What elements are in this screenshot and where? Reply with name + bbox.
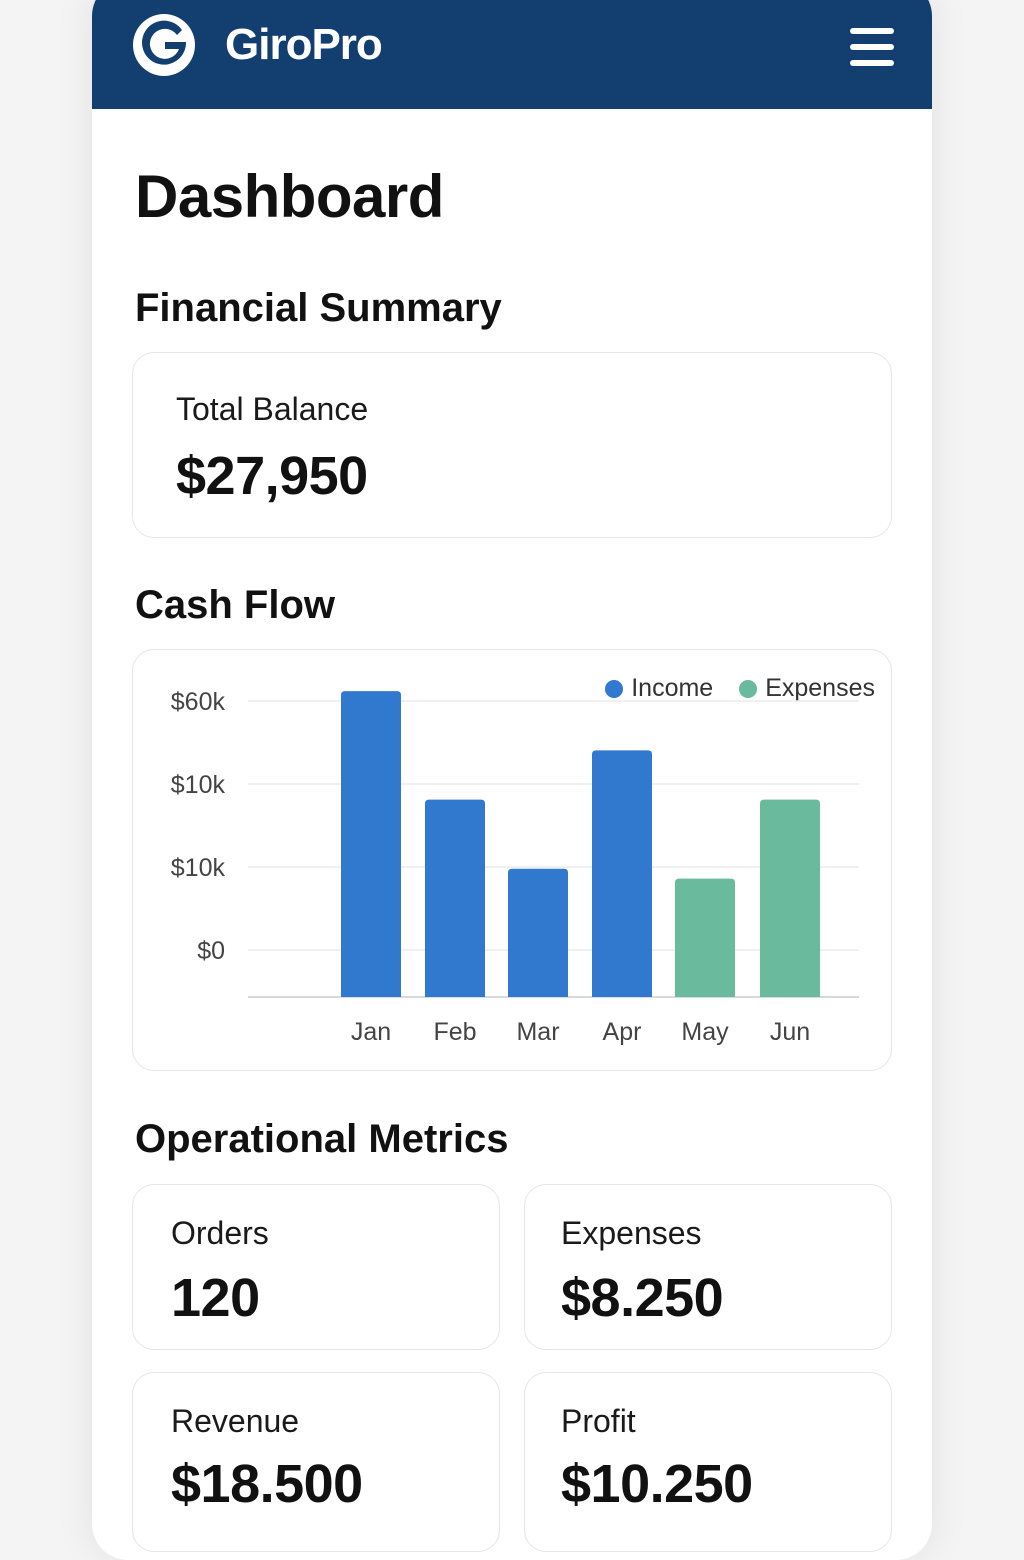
profit-value: $10.250 <box>561 1454 753 1514</box>
x-tick-label: May <box>681 1018 729 1046</box>
bar-income-jan <box>341 691 401 997</box>
y-tick-label: $0 <box>197 937 225 965</box>
x-tick-label: Jun <box>770 1018 810 1046</box>
expenses-value: $8.250 <box>561 1268 724 1328</box>
total-balance-card[interactable]: Total Balance $27,950 <box>132 352 892 538</box>
expenses-card[interactable]: Expenses $8.250 <box>524 1184 892 1350</box>
revenue-card[interactable]: Revenue $18.500 <box>132 1372 500 1552</box>
profit-card[interactable]: Profit $10.250 <box>524 1372 892 1552</box>
total-balance-label: Total Balance <box>176 391 369 427</box>
revenue-label: Revenue <box>171 1403 300 1439</box>
x-tick-label: Feb <box>433 1018 476 1046</box>
y-tick-label: $10k <box>171 771 226 799</box>
orders-card[interactable]: Orders 120 <box>132 1184 500 1350</box>
app-frame: GiroPro Dashboard Financial Summary Tota… <box>92 0 932 1560</box>
cash-flow-chart-card: Income Expenses $0 $10k $10k $60k Jan Feb Mar A… <box>132 649 892 1071</box>
x-tick-label: Mar <box>516 1018 559 1046</box>
hamburger-menu-icon[interactable] <box>848 26 896 68</box>
revenue-value: $18.500 <box>171 1454 363 1514</box>
y-tick-label: $10k <box>171 854 226 882</box>
financial-summary-heading: Financial Summary <box>135 286 502 330</box>
bar-income-apr <box>592 750 652 997</box>
total-balance-value: $27,950 <box>176 446 368 506</box>
expenses-label: Expenses <box>561 1215 702 1251</box>
bar-expenses-may <box>675 878 735 997</box>
orders-value: 120 <box>171 1268 260 1328</box>
top-navigation-bar: GiroPro <box>92 0 932 109</box>
bar-income-mar <box>508 868 568 997</box>
orders-label: Orders <box>171 1215 269 1251</box>
y-tick-label: $60k <box>171 688 226 716</box>
page-title: Dashboard <box>135 163 444 230</box>
x-tick-label: Apr <box>603 1018 642 1046</box>
profit-label: Profit <box>561 1403 636 1439</box>
giropro-logo-icon <box>133 14 195 76</box>
bar-expenses-jun <box>760 799 820 997</box>
cash-flow-heading: Cash Flow <box>135 583 336 627</box>
bar-income-feb <box>425 799 485 997</box>
operational-metrics-heading: Operational Metrics <box>135 1117 509 1161</box>
x-tick-label: Jan <box>351 1018 391 1046</box>
cash-flow-bar-chart: $0 $10k $10k $60k Jan Feb Mar Apr May Jun <box>171 688 859 1046</box>
brand-name[interactable]: GiroPro <box>225 20 383 70</box>
